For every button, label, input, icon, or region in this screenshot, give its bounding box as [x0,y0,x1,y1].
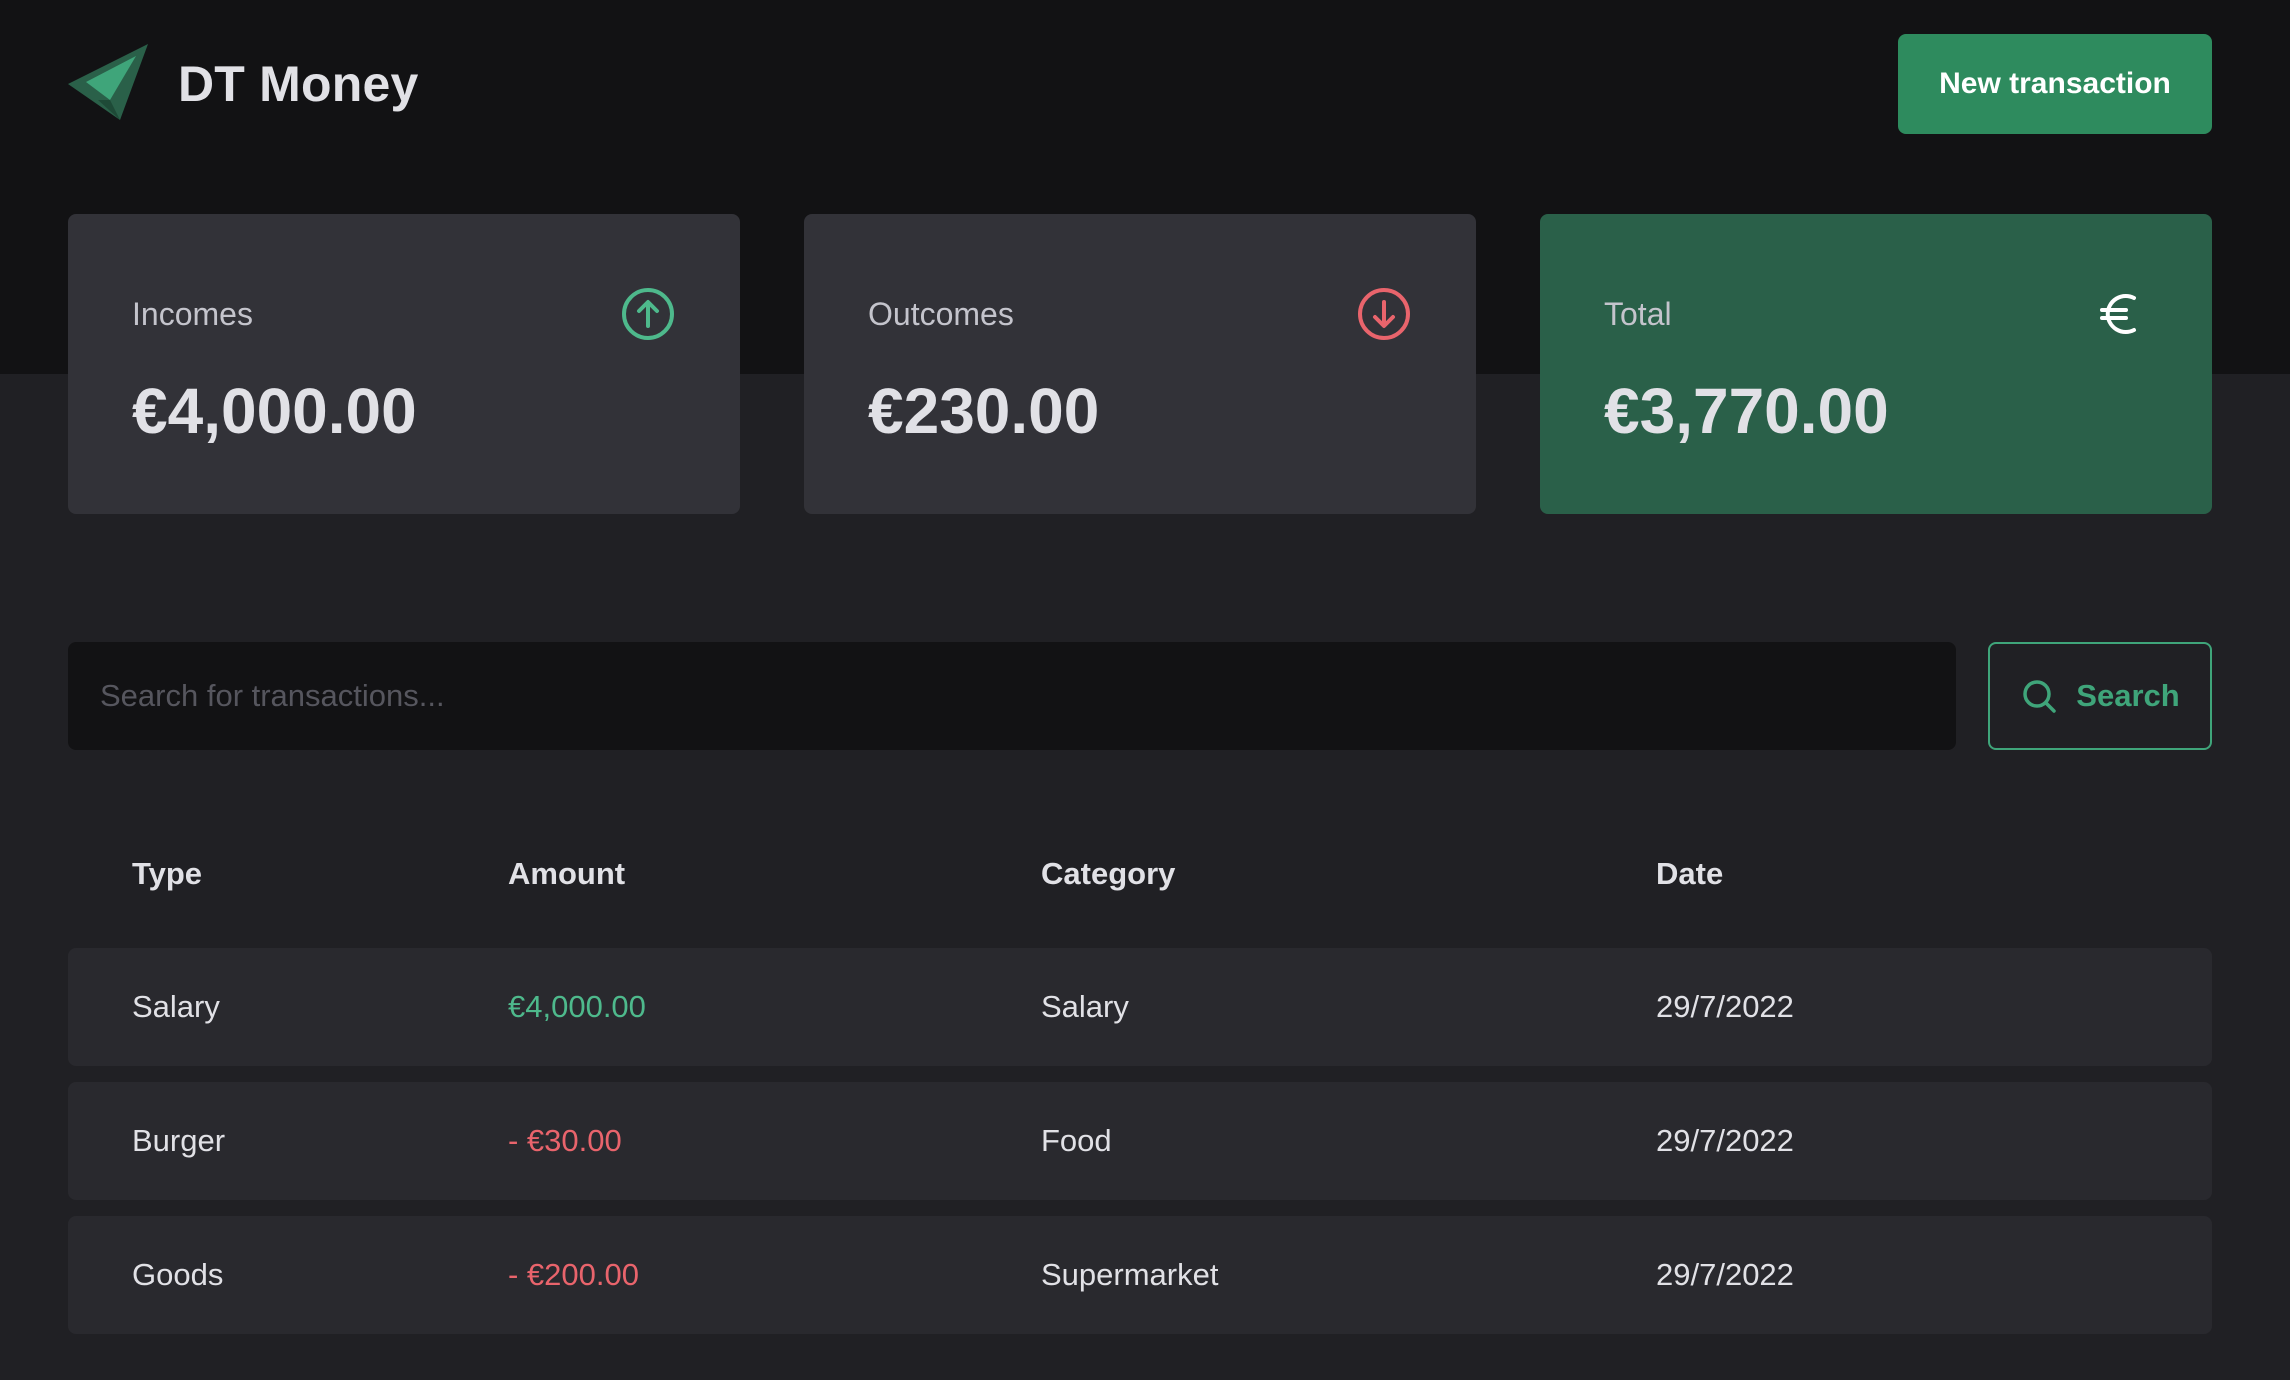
column-header-type[interactable]: Type [68,856,508,892]
total-card-header: Total [1604,286,2148,342]
cell-type: Goods [132,1257,224,1292]
cell-amount: - €30.00 [508,1123,622,1158]
transactions-table: Type Amount Category Date Salary €4,000.… [68,820,2212,1350]
cell-category: Salary [1041,989,1129,1024]
cell-type: Salary [132,989,220,1024]
table-body: Salary €4,000.00 Salary 29/7/2022 Burger… [68,948,2212,1334]
brand: DT Money [68,44,419,124]
table-row[interactable]: Burger - €30.00 Food 29/7/2022 [68,1082,2212,1200]
arrow-circle-down-icon [1358,288,1410,340]
search-form: Search [68,642,2212,750]
column-header-date[interactable]: Date [1656,856,2212,892]
search-button-label: Search [2076,678,2180,713]
table-header: Type Amount Category Date [68,820,2212,928]
cell-date: 29/7/2022 [1656,1123,1794,1158]
incomes-card: Incomes €4,000.00 [68,214,740,514]
summary-cards: Incomes €4,000.00 Outcomes €230.00 Total [68,214,2212,514]
outcomes-card: Outcomes €230.00 [804,214,1476,514]
column-header-amount[interactable]: Amount [508,856,1041,892]
outcomes-label: Outcomes [868,295,1014,332]
search-input[interactable] [68,642,1956,750]
new-transaction-button[interactable]: New transaction [1898,34,2212,134]
dt-money-logo-icon [68,44,148,120]
table-row[interactable]: Goods - €200.00 Supermarket 29/7/2022 [68,1216,2212,1334]
total-card: Total €3,770.00 [1540,214,2212,514]
incomes-card-header: Incomes [132,286,676,342]
arrow-circle-up-icon [622,288,674,340]
cell-type: Burger [132,1123,226,1158]
app-title: DT Money [178,56,419,112]
euro-icon [2100,294,2136,334]
total-label: Total [1604,295,1672,332]
search-button[interactable]: Search [1988,642,2212,750]
incomes-label: Incomes [132,295,253,332]
cell-category: Food [1041,1123,1112,1158]
column-header-category[interactable]: Category [1041,856,1656,892]
cell-date: 29/7/2022 [1656,989,1794,1024]
app-header: DT Money New transaction [68,34,2212,134]
cell-category: Supermarket [1041,1257,1219,1292]
search-icon [2023,680,2057,713]
outcomes-card-header: Outcomes [868,286,1412,342]
total-value: €3,770.00 [1604,375,1889,447]
cell-amount: €4,000.00 [508,989,646,1024]
incomes-value: €4,000.00 [132,375,417,447]
table-row[interactable]: Salary €4,000.00 Salary 29/7/2022 [68,948,2212,1066]
cell-date: 29/7/2022 [1656,1257,1794,1292]
cell-amount: - €200.00 [508,1257,639,1292]
outcomes-value: €230.00 [868,375,1100,447]
